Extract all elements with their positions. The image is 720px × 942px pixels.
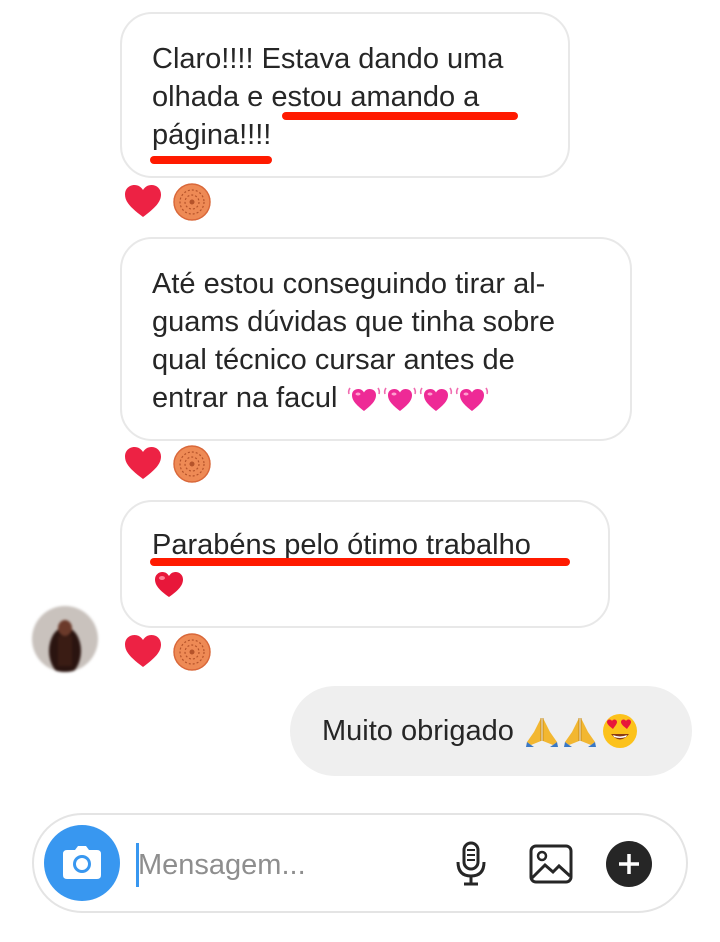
message-2-line-4: entrar na facul bbox=[152, 379, 600, 417]
vibrating-heart-emoji bbox=[347, 384, 381, 414]
vibrating-heart-emoji bbox=[455, 384, 489, 414]
folded-hands-emoji bbox=[562, 714, 598, 748]
underline-annotation bbox=[150, 156, 272, 164]
gallery-button[interactable] bbox=[526, 839, 576, 889]
reactions-row[interactable] bbox=[123, 444, 211, 484]
vibrating-heart-emoji bbox=[383, 384, 417, 414]
red-heart-emoji bbox=[152, 568, 186, 600]
underline-annotation bbox=[150, 558, 570, 566]
add-button[interactable] bbox=[604, 839, 654, 889]
outgoing-message[interactable]: Muito obrigado bbox=[290, 686, 692, 776]
reaction-avatar bbox=[173, 445, 211, 483]
message-2-line-1: Até estou conseguindo tirar al- bbox=[152, 268, 546, 300]
camera-icon bbox=[63, 846, 101, 879]
microphone-icon bbox=[456, 841, 486, 886]
message-3-line-2 bbox=[152, 564, 578, 602]
heart-eyes-emoji bbox=[602, 713, 638, 749]
folded-hands-emoji bbox=[524, 714, 560, 748]
heart-icon bbox=[123, 182, 163, 222]
reactions-row[interactable] bbox=[123, 632, 211, 672]
message-2-line-4-text: entrar na facul bbox=[152, 382, 338, 414]
message-2-line-2: guams dúvidas que tinha sobre bbox=[152, 306, 556, 338]
microphone-button[interactable] bbox=[446, 839, 496, 889]
reaction-avatar bbox=[173, 183, 211, 221]
outgoing-message-text: Muito obrigado bbox=[322, 714, 514, 747]
reactions-row[interactable] bbox=[123, 182, 211, 222]
message-1-line-2: olhada e estou amando a bbox=[152, 81, 480, 113]
message-1-line-3: página!!!! bbox=[152, 119, 272, 151]
gallery-icon bbox=[529, 844, 573, 884]
underline-annotation bbox=[282, 112, 518, 120]
incoming-message-1[interactable]: Claro!!!! Estava dando uma olhada e esto… bbox=[120, 12, 570, 178]
message-1-line-1: Claro!!!! Estava dando uma bbox=[152, 43, 504, 75]
vibrating-heart-emoji bbox=[419, 384, 453, 414]
message-input[interactable]: Mensagem... bbox=[138, 845, 306, 885]
plus-icon bbox=[606, 841, 652, 887]
message-2-line-3: qual técnico cursar antes de bbox=[152, 344, 515, 376]
sender-avatar[interactable] bbox=[32, 606, 98, 672]
camera-button[interactable] bbox=[44, 825, 120, 901]
heart-icon bbox=[123, 632, 163, 672]
avatar-image bbox=[32, 606, 98, 672]
incoming-message-2[interactable]: Até estou conseguindo tirar al- guams dú… bbox=[120, 237, 632, 441]
message-composer: Mensagem... bbox=[32, 813, 688, 913]
heart-icon bbox=[123, 444, 163, 484]
reaction-avatar bbox=[173, 633, 211, 671]
